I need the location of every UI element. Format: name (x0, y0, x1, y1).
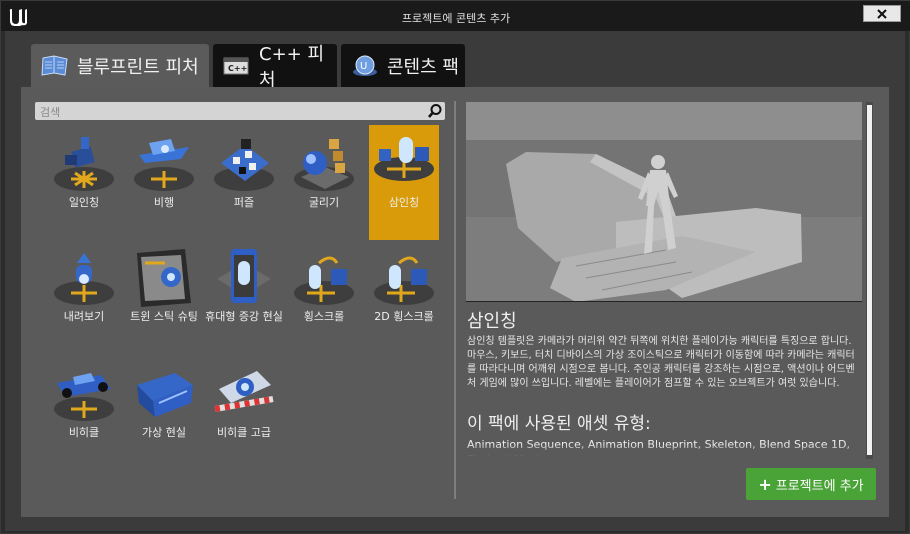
template-label: 비히클 (68, 426, 100, 439)
template-vehicle-advanced[interactable]: 비히클 고급 (209, 355, 279, 470)
close-button[interactable] (863, 5, 901, 22)
search-placeholder: 검색 (40, 106, 61, 119)
template-label: 트윈 스틱 슈팅 (130, 310, 198, 323)
template-label: 가상 현실 (142, 426, 186, 439)
template-third-person[interactable]: 삼인칭 (369, 125, 439, 240)
search-icon[interactable] (427, 103, 443, 119)
asset-types-list: Animation Sequence, Animation Blueprint,… (467, 437, 862, 457)
template-description: 삼인칭 템플릿은 카메라가 머리위 약간 뒤쪽에 위치한 플레이가능 캐릭터를 … (467, 336, 855, 389)
template-puzzle[interactable]: 퍼즐 (209, 125, 279, 240)
virtual-reality-icon (137, 373, 193, 417)
third-person-icon (374, 137, 434, 181)
template-label: 삼인칭 (388, 196, 420, 209)
tab-label: 블루프린트 피처 (77, 56, 199, 78)
content-pack-icon: U (353, 55, 377, 76)
template-twin-stick-shooter[interactable]: 트윈 스틱 슈팅 (129, 239, 199, 354)
template-vehicle[interactable]: 비히클 (49, 355, 119, 470)
side-scroller-icon (294, 256, 354, 305)
add-content-dialog: 프로젝트에 콘텐츠 추가 블루프린트 피처 C++ C++ 피처 U 콘텐츠 팩… (0, 0, 910, 534)
template-label: 굴리기 (308, 196, 340, 209)
template-flying[interactable]: 비행 (129, 125, 199, 240)
template-label: 횡스크롤 (303, 310, 345, 323)
flying-icon (134, 139, 194, 191)
close-icon (877, 8, 887, 19)
top-down-icon (54, 253, 114, 305)
svg-text:C++: C++ (228, 64, 247, 73)
details-scrollbar[interactable] (866, 102, 873, 459)
template-preview-image (466, 102, 862, 302)
template-label: 비행 (153, 196, 175, 209)
cpp-icon: C++ (223, 57, 249, 74)
handheld-ar-icon (217, 249, 271, 303)
template-2d-side-scroller[interactable]: 2D 횡스크롤 (369, 239, 439, 354)
template-first-person[interactable]: 일인칭 (49, 125, 119, 240)
content-panel: 검색 일인칭 비행 퍼즐 굴리기 삼인칭 내려보기 트윈 스틱 슈팅 휴대형 증… (21, 87, 889, 517)
twin-stick-shooter-icon (137, 249, 191, 307)
add-to-project-label: 프로젝트에 추가 (775, 478, 864, 494)
plus-icon: + (758, 474, 772, 494)
search-input[interactable]: 검색 (35, 102, 445, 120)
asset-types-heading: 이 팩에 사용된 애셋 유형: (467, 414, 651, 434)
dialog-body: 블루프린트 피처 C++ C++ 피처 U 콘텐츠 팩 검색 일인칭 비행 퍼즐… (5, 31, 905, 531)
blueprint-icon (41, 54, 68, 76)
puzzle-icon (214, 139, 274, 191)
template-label: 휴대형 증강 현실 (205, 310, 283, 323)
2d-side-scroller-icon (374, 256, 434, 305)
scrollbar-thumb[interactable] (867, 105, 872, 455)
svg-text:U: U (360, 61, 367, 72)
template-label: 2D 횡스크롤 (374, 310, 434, 323)
template-side-scroller[interactable]: 횡스크롤 (289, 239, 359, 354)
template-title: 삼인칭 (467, 311, 517, 332)
tab-cpp-feature[interactable]: C++ C++ 피처 (213, 44, 337, 91)
window-title: 프로젝트에 콘텐츠 추가 (401, 12, 511, 25)
template-rolling[interactable]: 굴리기 (289, 125, 359, 240)
tab-content-pack[interactable]: U 콘텐츠 팩 (341, 44, 465, 87)
add-to-project-button[interactable]: + 프로젝트에 추가 (746, 468, 876, 500)
vehicle-advanced-icon (214, 371, 274, 412)
tab-label: C++ 피처 (259, 43, 325, 91)
rolling-icon (294, 139, 354, 191)
template-virtual-reality[interactable]: 가상 현실 (129, 355, 199, 470)
template-label: 비히클 고급 (216, 426, 272, 439)
title-bar: 프로젝트에 콘텐츠 추가 (1, 1, 910, 31)
tab-blueprint-feature[interactable]: 블루프린트 피처 (31, 44, 209, 87)
template-label: 퍼즐 (233, 196, 255, 209)
panel-divider (454, 101, 456, 499)
vehicle-icon (54, 373, 114, 421)
template-top-down[interactable]: 내려보기 (49, 239, 119, 354)
tab-label: 콘텐츠 팩 (387, 56, 459, 78)
template-label: 일인칭 (68, 196, 100, 209)
preview-divider (466, 301, 862, 302)
template-label: 내려보기 (63, 310, 105, 323)
first-person-icon (54, 137, 114, 191)
template-handheld-ar[interactable]: 휴대형 증강 현실 (205, 239, 283, 354)
